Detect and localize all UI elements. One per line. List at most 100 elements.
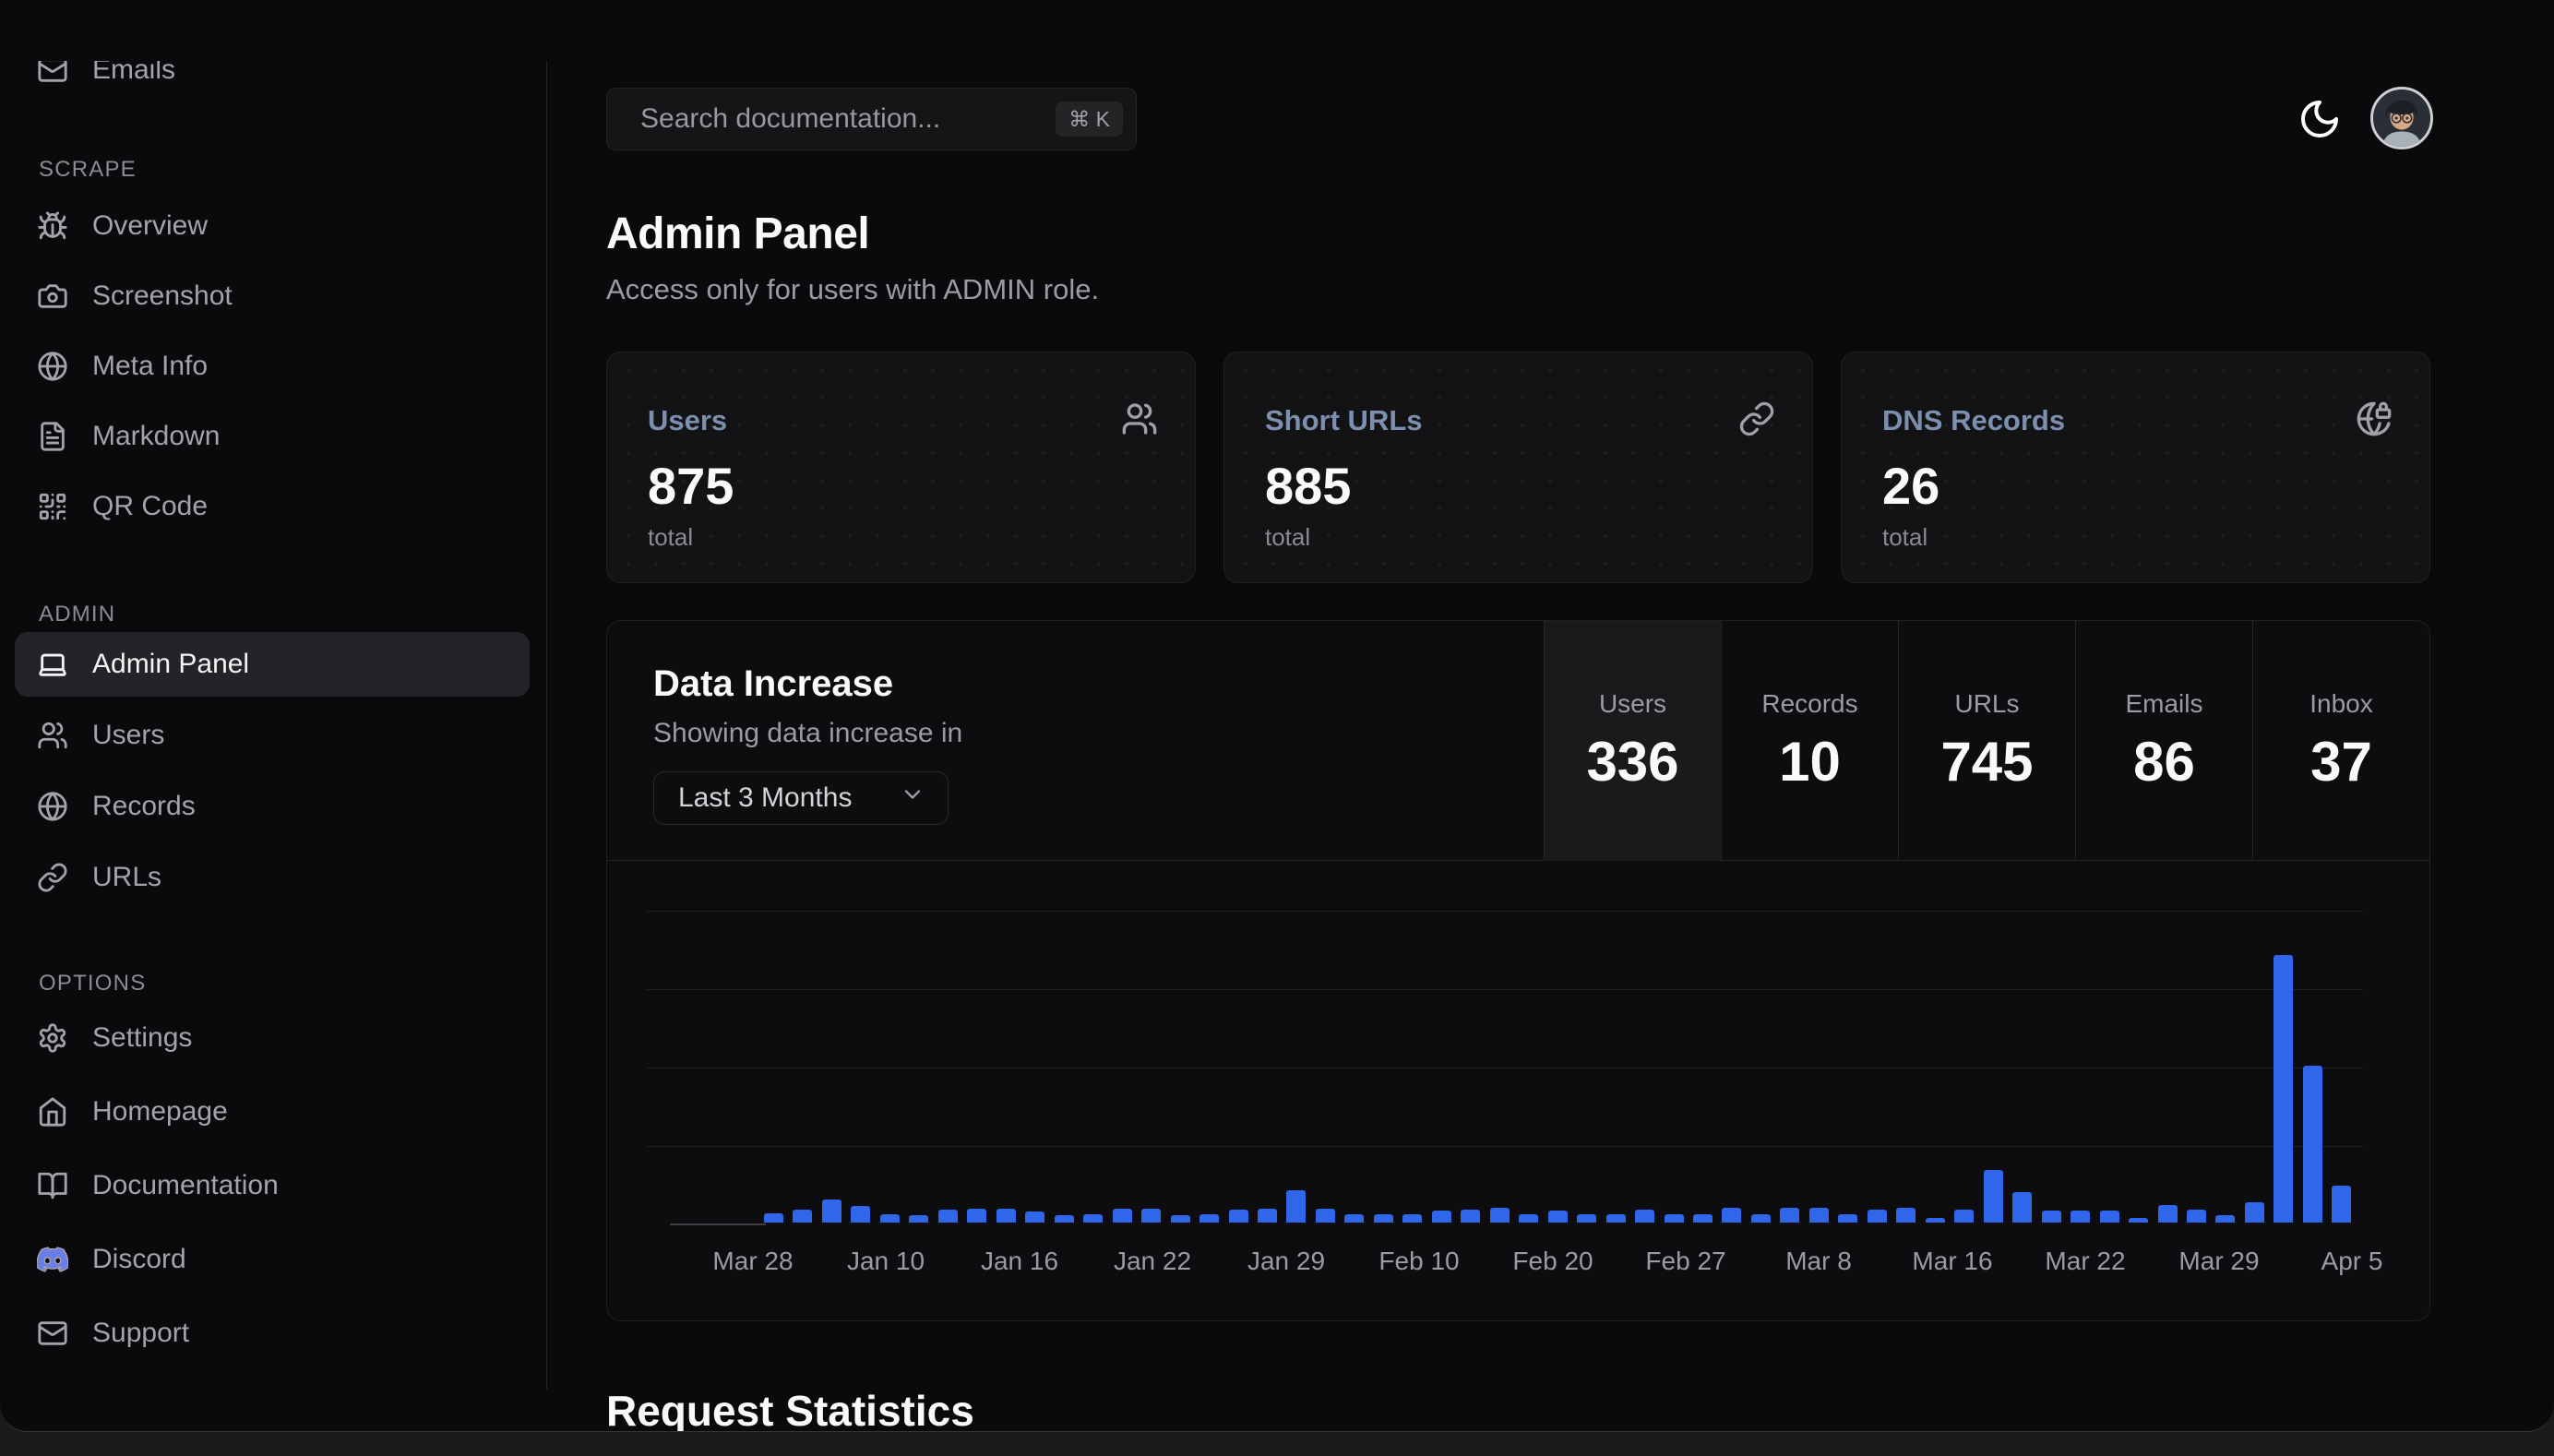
chart-bar[interactable]: [1141, 1209, 1161, 1223]
sidebar-section-header: SCRAPE: [15, 159, 530, 181]
chart-bar[interactable]: [2245, 1202, 2264, 1223]
chart-bar[interactable]: [2071, 1211, 2090, 1223]
sidebar-scroll-area[interactable]: Emails SCRAPE OverviewScreenshotMeta InfoM…: [0, 61, 546, 1431]
tab-label: Inbox: [2309, 689, 2373, 719]
chart-bar[interactable]: [1083, 1214, 1103, 1223]
sidebar-item-meta-info[interactable]: Meta Info: [15, 334, 530, 399]
tab-emails[interactable]: Emails 86: [2075, 621, 2252, 861]
sidebar-item-screenshot[interactable]: Screenshot: [15, 264, 530, 328]
chart-bar[interactable]: [938, 1210, 958, 1223]
chart-bar[interactable]: [1896, 1208, 1916, 1223]
sidebar-item-users[interactable]: Users: [15, 703, 530, 768]
chart-bar[interactable]: [1432, 1211, 1451, 1223]
chart-bar[interactable]: [1229, 1210, 1248, 1223]
user-avatar[interactable]: [2370, 87, 2433, 149]
chart-bar[interactable]: [1055, 1215, 1074, 1223]
chart-bar[interactable]: [2012, 1192, 2032, 1223]
chart-bar[interactable]: [1025, 1211, 1044, 1223]
chart-bar[interactable]: [1171, 1215, 1190, 1223]
stat-card-value: 885: [1265, 456, 1772, 516]
x-axis-tick-label: Mar 16: [1912, 1247, 1992, 1276]
chart-bar[interactable]: [880, 1214, 900, 1223]
chart-bar[interactable]: [2274, 955, 2293, 1223]
chart-bar[interactable]: [2215, 1215, 2235, 1223]
tab-inbox[interactable]: Inbox 37: [2252, 621, 2429, 861]
chart-bar[interactable]: [1722, 1208, 1741, 1223]
chart-bar[interactable]: [2100, 1211, 2119, 1223]
chart-bar[interactable]: [997, 1209, 1016, 1223]
chart-bar[interactable]: [1954, 1210, 1974, 1223]
chart-bar[interactable]: [1402, 1214, 1422, 1223]
x-axis-tick-label: Feb 10: [1378, 1247, 1459, 1276]
theme-toggle-button[interactable]: [2297, 97, 2342, 141]
home-icon: [37, 1096, 68, 1128]
chart-bar[interactable]: [1838, 1214, 1857, 1223]
chart-bar[interactable]: [909, 1215, 928, 1223]
chart-bar[interactable]: [1258, 1209, 1277, 1223]
range-select[interactable]: Last 3 Months: [653, 771, 949, 825]
chart-bar[interactable]: [2303, 1066, 2322, 1223]
sidebar-item-label: Emails: [92, 61, 175, 86]
sidebar-item-label: Discord: [92, 1244, 186, 1275]
chart-bar[interactable]: [2042, 1211, 2061, 1223]
chart-bar[interactable]: [1113, 1209, 1132, 1223]
chart-bar[interactable]: [822, 1199, 841, 1223]
chart-bar[interactable]: [1519, 1214, 1538, 1223]
sidebar-item-homepage[interactable]: Homepage: [15, 1080, 530, 1144]
sidebar-item-settings[interactable]: Settings: [15, 1006, 530, 1070]
chart-bar[interactable]: [967, 1209, 986, 1223]
chart-bar[interactable]: [1490, 1208, 1510, 1223]
chart-bar[interactable]: [1344, 1214, 1364, 1223]
chart-bar[interactable]: [2158, 1205, 2178, 1223]
chart-bar[interactable]: [2129, 1218, 2148, 1223]
sidebar-item-urls[interactable]: URLs: [15, 845, 530, 910]
chart-bar[interactable]: [764, 1213, 783, 1223]
chart-bar[interactable]: [1751, 1214, 1771, 1223]
chart-bar[interactable]: [793, 1210, 812, 1223]
chart-bar[interactable]: [1926, 1218, 1945, 1223]
chart-bar[interactable]: [1577, 1214, 1596, 1223]
tab-urls[interactable]: URLs 745: [1898, 621, 2075, 861]
globe-lock-icon: [2356, 400, 2393, 437]
sidebar-item-documentation[interactable]: Documentation: [15, 1153, 530, 1218]
sidebar-item-discord[interactable]: Discord: [15, 1227, 530, 1292]
sidebar-item-label: Settings: [92, 1022, 192, 1054]
chart-info: Data Increase Showing data increase in L…: [607, 621, 1544, 860]
chart-bar[interactable]: [1606, 1214, 1626, 1223]
chart-bar[interactable]: [1665, 1214, 1684, 1223]
chart-bar[interactable]: [1780, 1208, 1799, 1223]
chart-bar[interactable]: [851, 1206, 870, 1223]
tab-records[interactable]: Records 10: [1721, 621, 1898, 861]
sidebar-item-overview[interactable]: Overview: [15, 194, 530, 258]
chart-bar[interactable]: [1461, 1210, 1480, 1223]
tab-users[interactable]: Users 336: [1544, 621, 1721, 861]
chart-bar[interactable]: [1693, 1214, 1713, 1223]
avatar-image: [2373, 90, 2430, 147]
chart-bar[interactable]: [1635, 1210, 1654, 1223]
data-increase-card: Data Increase Showing data increase in L…: [606, 620, 2430, 1321]
chart-bar[interactable]: [1286, 1190, 1306, 1223]
chart-tabs: Users 336 Records 10 URLs 745 Emails 86 …: [1544, 621, 2429, 861]
mail-icon: [37, 1318, 68, 1349]
chart-bar[interactable]: [1548, 1211, 1568, 1223]
sidebar-item-label: Admin Panel: [92, 649, 249, 680]
tab-label: Emails: [2125, 689, 2202, 719]
chart-bar[interactable]: [1199, 1214, 1219, 1223]
x-axis-tick-label: Jan 22: [1114, 1247, 1191, 1276]
chart-bar[interactable]: [1809, 1208, 1829, 1223]
sidebar-item-emails[interactable]: Emails: [15, 61, 530, 102]
sidebar-item-markdown[interactable]: Markdown: [15, 404, 530, 469]
sidebar-item-qr-code[interactable]: QR Code: [15, 474, 530, 539]
tab-label: Records: [1761, 689, 1857, 719]
sidebar-item-records[interactable]: Records: [15, 774, 530, 839]
tab-value: 336: [1586, 730, 1678, 794]
sidebar-item-support[interactable]: Support: [15, 1301, 530, 1366]
sidebar-item-admin-panel[interactable]: Admin Panel: [15, 632, 530, 697]
chart-bar[interactable]: [1374, 1214, 1393, 1223]
chart-bar[interactable]: [1984, 1170, 2003, 1223]
chart-bar[interactable]: [1316, 1209, 1335, 1223]
chart-bar[interactable]: [1868, 1210, 1887, 1223]
chart-bar[interactable]: [2332, 1186, 2351, 1223]
search-input[interactable]: Search documentation... ⌘ K: [606, 88, 1137, 150]
chart-bar[interactable]: [2187, 1210, 2206, 1223]
